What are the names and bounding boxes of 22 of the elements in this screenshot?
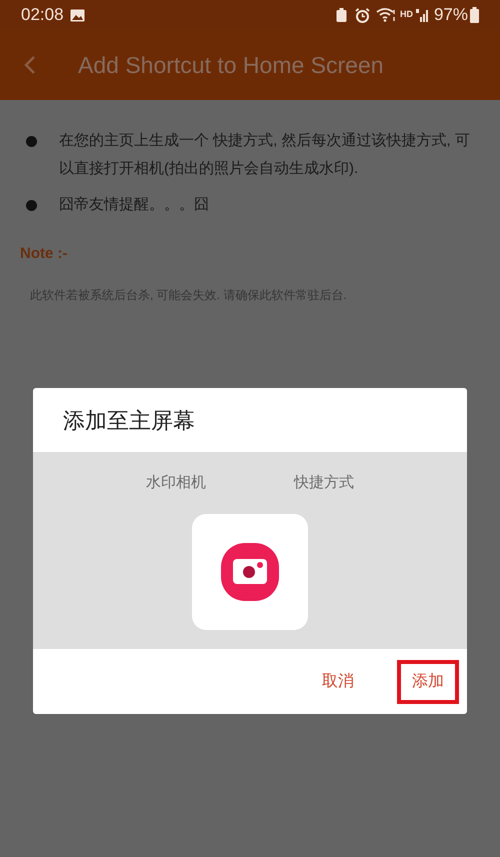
dialog-button[interactable]: 添加	[397, 660, 459, 704]
dialog-title: 添加至主屏幕	[62, 406, 196, 434]
alarm-icon	[354, 8, 370, 22]
wifi-icon	[376, 8, 396, 22]
bullet-text: 囧帝友情提醒。。。囧	[59, 195, 209, 215]
back-icon	[24, 55, 36, 75]
note-heading: Note :-	[20, 244, 68, 264]
bullet-text: 在您的主页上生成一个 快捷方式, 然后每次通过该快捷方式, 可以直接打开相机(拍出的照片会自动生成水印).	[59, 131, 470, 179]
app-bar-title: Add Shortcut to Home Screen	[78, 50, 384, 80]
battery-saver-icon	[336, 8, 347, 22]
dialog-button[interactable]: 取消	[307, 660, 369, 704]
app-name: 水印相机	[146, 473, 206, 493]
image-icon	[70, 8, 85, 22]
signal-icon	[416, 8, 430, 22]
bullet-icon	[26, 136, 37, 147]
status-time: 02:08	[21, 4, 64, 26]
network-label: HD	[400, 8, 413, 22]
shortcut-label: 快捷方式	[294, 473, 354, 493]
battery-icon	[470, 7, 479, 23]
camera-icon	[221, 542, 279, 600]
battery-percent: 97%	[434, 4, 468, 26]
bullet-icon	[26, 200, 37, 211]
